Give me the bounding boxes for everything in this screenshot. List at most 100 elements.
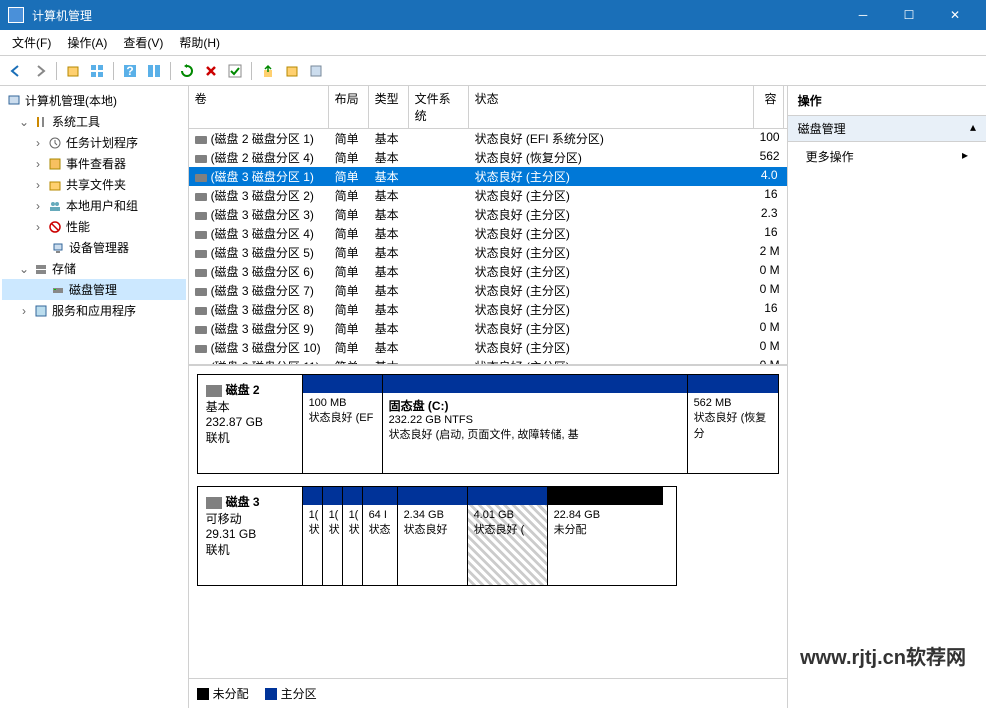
menu-view[interactable]: 查看(V) <box>115 31 171 54</box>
action3-button[interactable] <box>306 61 326 81</box>
menu-help[interactable]: 帮助(H) <box>171 31 228 54</box>
actions-more[interactable]: 更多操作 ▸ <box>788 142 986 171</box>
tree-label: 任务计划程序 <box>66 134 138 151</box>
table-row[interactable]: (磁盘 3 磁盘分区 3)简单基本状态良好 (主分区)2.3 <box>189 205 787 224</box>
cancel-button[interactable] <box>201 61 221 81</box>
refresh-button[interactable] <box>177 61 197 81</box>
partition[interactable]: 2.34 GB状态良好 <box>398 487 468 585</box>
partition[interactable]: 64 I状态 <box>363 487 398 585</box>
disk-type: 基本 <box>206 398 294 415</box>
view-list-button[interactable] <box>87 61 107 81</box>
expander-icon[interactable]: ⌄ <box>18 262 30 276</box>
back-button[interactable] <box>6 61 26 81</box>
partition[interactable]: 100 MB状态良好 (EF <box>303 375 383 473</box>
col-capacity[interactable]: 容 <box>754 86 784 128</box>
actions-section[interactable]: 磁盘管理 ▴ <box>788 116 986 142</box>
expander-icon[interactable]: › <box>18 304 30 318</box>
table-row[interactable]: (磁盘 3 磁盘分区 6)简单基本状态良好 (主分区)0 M <box>189 262 787 281</box>
table-row[interactable]: (磁盘 3 磁盘分区 2)简单基本状态良好 (主分区)16 <box>189 186 787 205</box>
disk-icon <box>206 385 222 397</box>
table-row[interactable]: (磁盘 3 磁盘分区 10)简单基本状态良好 (主分区)0 M <box>189 338 787 357</box>
tree-performance[interactable]: › 性能 <box>2 216 186 237</box>
table-row[interactable]: (磁盘 3 磁盘分区 9)简单基本状态良好 (主分区)0 M <box>189 319 787 338</box>
col-volume[interactable]: 卷 <box>189 86 329 128</box>
tools-icon <box>33 114 49 130</box>
close-button[interactable]: ✕ <box>932 0 978 30</box>
event-icon <box>47 156 63 172</box>
tree-device-manager[interactable]: 设备管理器 <box>2 237 186 258</box>
tree-label: 共享文件夹 <box>66 176 126 193</box>
tree-label: 本地用户和组 <box>66 197 138 214</box>
partition[interactable]: 1(状 <box>303 487 323 585</box>
volumes-table[interactable]: 卷 布局 类型 文件系统 状态 容 (磁盘 2 磁盘分区 1)简单基本状态良好 … <box>189 86 787 366</box>
legend: 未分配 主分区 <box>189 678 787 708</box>
table-row[interactable]: (磁盘 2 磁盘分区 1)简单基本状态良好 (EFI 系统分区)100 <box>189 129 787 148</box>
table-row[interactable]: (磁盘 3 磁盘分区 7)简单基本状态良好 (主分区)0 M <box>189 281 787 300</box>
tree-storage[interactable]: ⌄ 存储 <box>2 258 186 279</box>
menu-operation[interactable]: 操作(A) <box>59 31 115 54</box>
tree-label: 系统工具 <box>52 113 100 130</box>
table-row[interactable]: (磁盘 3 磁盘分区 1)简单基本状态良好 (主分区)4.0 <box>189 167 787 186</box>
tree-root[interactable]: 计算机管理(本地) <box>2 90 186 111</box>
disk-graphical-view[interactable]: 磁盘 2 基本 232.87 GB 联机 100 MB状态良好 (EF固态盘 (… <box>189 366 787 678</box>
expander-icon[interactable]: › <box>32 220 44 234</box>
help-button[interactable]: ? <box>120 61 140 81</box>
table-row[interactable]: (磁盘 3 磁盘分区 8)简单基本状态良好 (主分区)16 <box>189 300 787 319</box>
table-row[interactable]: (磁盘 3 磁盘分区 11)简单基本状态良好 (主分区)0 M <box>189 357 787 366</box>
expander-icon[interactable]: › <box>32 178 44 192</box>
expander-icon[interactable]: ⌄ <box>18 115 30 129</box>
watermark: www.rjtj.cn软荐网 <box>800 641 966 670</box>
col-type[interactable]: 类型 <box>369 86 409 128</box>
table-row[interactable]: (磁盘 2 磁盘分区 4)简单基本状态良好 (恢复分区)562 <box>189 148 787 167</box>
action2-button[interactable] <box>282 61 302 81</box>
disk-type: 可移动 <box>206 510 294 527</box>
properties-button[interactable] <box>144 61 164 81</box>
tree-services[interactable]: › 服务和应用程序 <box>2 300 186 321</box>
table-row[interactable]: (磁盘 3 磁盘分区 5)简单基本状态良好 (主分区)2 M <box>189 243 787 262</box>
disk-name: 磁盘 3 <box>226 495 260 509</box>
disk-2-row[interactable]: 磁盘 2 基本 232.87 GB 联机 100 MB状态良好 (EF固态盘 (… <box>197 374 779 474</box>
menubar: 文件(F) 操作(A) 查看(V) 帮助(H) <box>0 30 986 56</box>
tree-root-label: 计算机管理(本地) <box>25 92 117 109</box>
tree-event-viewer[interactable]: › 事件查看器 <box>2 153 186 174</box>
disk-3-row[interactable]: 磁盘 3 可移动 29.31 GB 联机 1(状1(状1(状64 I状态2.34… <box>197 486 677 586</box>
partition[interactable]: 562 MB状态良好 (恢复分 <box>688 375 778 473</box>
partition[interactable]: 1(状 <box>323 487 343 585</box>
partition[interactable]: 1(状 <box>343 487 363 585</box>
partition[interactable]: 22.84 GB未分配 <box>548 487 663 585</box>
table-row[interactable]: (磁盘 3 磁盘分区 4)简单基本状态良好 (主分区)16 <box>189 224 787 243</box>
disk-size: 232.87 GB <box>206 415 294 429</box>
check-button[interactable] <box>225 61 245 81</box>
tree-task-scheduler[interactable]: › 任务计划程序 <box>2 132 186 153</box>
col-status[interactable]: 状态 <box>469 86 754 128</box>
col-filesystem[interactable]: 文件系统 <box>409 86 469 128</box>
col-layout[interactable]: 布局 <box>329 86 369 128</box>
collapse-icon[interactable]: ▴ <box>970 120 976 137</box>
maximize-button[interactable]: ☐ <box>886 0 932 30</box>
expander-icon[interactable]: › <box>32 199 44 213</box>
tree-local-users[interactable]: › 本地用户和组 <box>2 195 186 216</box>
disk-name: 磁盘 2 <box>226 383 260 397</box>
tree-shared-folders[interactable]: › 共享文件夹 <box>2 174 186 195</box>
navigation-tree[interactable]: 计算机管理(本地) ⌄ 系统工具 › 任务计划程序 › 事件查看器 › 共享文件… <box>0 86 189 708</box>
up-button[interactable] <box>63 61 83 81</box>
chevron-right-icon: ▸ <box>962 148 968 165</box>
minimize-button[interactable]: ─ <box>840 0 886 30</box>
partition[interactable]: 4.01 GB状态良好 ( <box>468 487 548 585</box>
forward-button[interactable] <box>30 61 50 81</box>
clock-icon <box>47 135 63 151</box>
tree-label: 存储 <box>52 260 76 277</box>
tree-system-tools[interactable]: ⌄ 系统工具 <box>2 111 186 132</box>
action1-button[interactable] <box>258 61 278 81</box>
disk-icon <box>50 282 66 298</box>
expander-icon[interactable]: › <box>32 136 44 150</box>
performance-icon <box>47 219 63 235</box>
legend-label: 未分配 <box>213 685 249 702</box>
tree-label: 磁盘管理 <box>69 281 117 298</box>
disk-2-info: 磁盘 2 基本 232.87 GB 联机 <box>198 375 303 473</box>
partition[interactable]: 固态盘 (C:)232.22 GB NTFS状态良好 (启动, 页面文件, 故障… <box>383 375 688 473</box>
table-header: 卷 布局 类型 文件系统 状态 容 <box>189 86 787 129</box>
expander-icon[interactable]: › <box>32 157 44 171</box>
menu-file[interactable]: 文件(F) <box>4 31 59 54</box>
tree-disk-management[interactable]: 磁盘管理 <box>2 279 186 300</box>
